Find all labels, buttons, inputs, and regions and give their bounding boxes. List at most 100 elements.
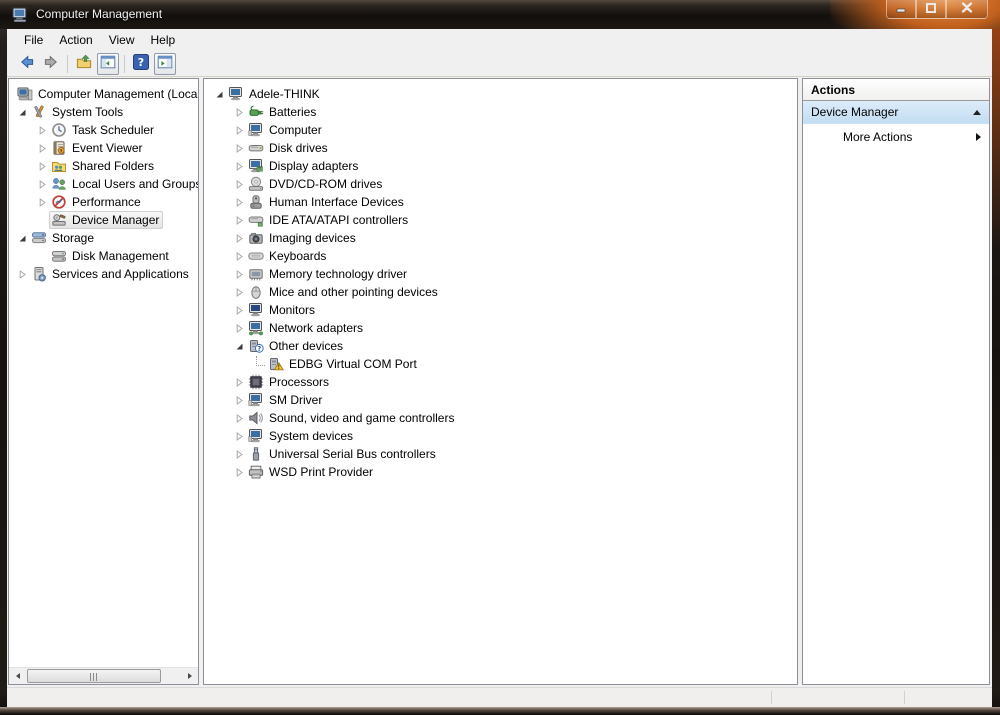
expander-collapsed-icon[interactable] bbox=[232, 468, 246, 477]
tree-item[interactable]: Keyboards bbox=[204, 247, 797, 265]
unknown-device-warning-icon: ! bbox=[268, 356, 284, 372]
expander-collapsed-icon[interactable] bbox=[35, 126, 49, 135]
tree-item[interactable]: WSD Print Provider bbox=[204, 463, 797, 481]
tree-item[interactable]: Disk Management bbox=[9, 247, 198, 265]
expander-collapsed-icon[interactable] bbox=[232, 396, 246, 405]
expander-collapsed-icon[interactable] bbox=[35, 144, 49, 153]
expander-collapsed-icon[interactable] bbox=[232, 198, 246, 207]
tree-item[interactable]: Human Interface Devices bbox=[204, 193, 797, 211]
expander-collapsed-icon[interactable] bbox=[232, 108, 246, 117]
imaging-device-icon bbox=[248, 230, 264, 246]
more-actions-item[interactable]: More Actions bbox=[803, 124, 989, 150]
tree-item[interactable]: Universal Serial Bus controllers bbox=[204, 445, 797, 463]
tree-item[interactable]: Imaging devices bbox=[204, 229, 797, 247]
minimize-button[interactable] bbox=[886, 0, 916, 19]
expander-expanded-icon[interactable] bbox=[232, 342, 246, 351]
expander-collapsed-icon[interactable] bbox=[35, 162, 49, 171]
expander-expanded-icon[interactable] bbox=[212, 90, 226, 99]
help-button[interactable]: ? bbox=[130, 53, 152, 75]
back-button[interactable] bbox=[16, 53, 38, 75]
expander-collapsed-icon[interactable] bbox=[232, 432, 246, 441]
tree-item-label: Batteries bbox=[269, 104, 316, 120]
tree-item[interactable]: Processors bbox=[204, 373, 797, 391]
tree-item[interactable]: Event Viewer bbox=[9, 139, 198, 157]
expander-collapsed-icon[interactable] bbox=[232, 144, 246, 153]
expander-collapsed-icon[interactable] bbox=[232, 270, 246, 279]
tree-item[interactable]: Storage bbox=[9, 229, 198, 247]
actions-group-label: Device Manager bbox=[811, 105, 898, 119]
tree-item[interactable]: Shared Folders bbox=[9, 157, 198, 175]
close-button[interactable] bbox=[946, 0, 988, 19]
menu-view[interactable]: View bbox=[101, 30, 143, 50]
tree-item[interactable]: Batteries bbox=[204, 103, 797, 121]
tree-item[interactable]: Services and Applications bbox=[9, 265, 198, 283]
frame-glow bbox=[992, 29, 1000, 249]
tree-item[interactable]: Computer Management (Local bbox=[9, 85, 198, 103]
menu-action[interactable]: Action bbox=[51, 30, 100, 50]
local-users-groups-icon bbox=[51, 176, 67, 192]
tree-item[interactable]: ?Other devices bbox=[204, 337, 797, 355]
tree-item-label: Disk Management bbox=[72, 248, 169, 264]
expander-collapsed-icon[interactable] bbox=[232, 378, 246, 387]
forward-button[interactable] bbox=[40, 53, 62, 75]
tree-item[interactable]: Disk drives bbox=[204, 139, 797, 157]
tree-item[interactable]: System Tools bbox=[9, 103, 198, 121]
tree-item[interactable]: Display adapters bbox=[204, 157, 797, 175]
expander-collapsed-icon[interactable] bbox=[35, 180, 49, 189]
expander-collapsed-icon[interactable] bbox=[232, 126, 246, 135]
expander-expanded-icon[interactable] bbox=[15, 108, 29, 117]
svg-text:?: ? bbox=[138, 56, 144, 69]
actions-group-device-manager[interactable]: Device Manager bbox=[803, 101, 989, 124]
expander-collapsed-icon[interactable] bbox=[232, 450, 246, 459]
tree-item[interactable]: Network adapters bbox=[204, 319, 797, 337]
tree-item[interactable]: IDE ATA/ATAPI controllers bbox=[204, 211, 797, 229]
tree-item-label: Storage bbox=[52, 230, 94, 246]
tree-item[interactable]: Monitors bbox=[204, 301, 797, 319]
tree-item[interactable]: DVD/CD-ROM drives bbox=[204, 175, 797, 193]
tree-item-label: Processors bbox=[269, 374, 329, 390]
expander-collapsed-icon[interactable] bbox=[232, 306, 246, 315]
expander-collapsed-icon[interactable] bbox=[232, 234, 246, 243]
expander-collapsed-icon[interactable] bbox=[35, 198, 49, 207]
scrollbar-thumb[interactable] bbox=[27, 669, 161, 683]
tree-item[interactable]: SM Driver bbox=[204, 391, 797, 409]
expander-expanded-icon[interactable] bbox=[15, 234, 29, 243]
scroll-right-button[interactable] bbox=[181, 668, 198, 684]
titlebar[interactable]: Computer Management bbox=[0, 0, 1000, 29]
tree-item[interactable]: Mice and other pointing devices bbox=[204, 283, 797, 301]
tree-item-label: Memory technology driver bbox=[269, 266, 407, 282]
mouse-icon bbox=[248, 284, 264, 300]
tree-item[interactable]: Performance bbox=[9, 193, 198, 211]
expander-collapsed-icon[interactable] bbox=[232, 252, 246, 261]
tree-item[interactable]: !EDBG Virtual COM Port bbox=[204, 355, 797, 373]
tree-item[interactable]: System devices bbox=[204, 427, 797, 445]
expander-collapsed-icon[interactable] bbox=[232, 414, 246, 423]
scroll-left-button[interactable] bbox=[9, 668, 26, 684]
tree-item-label: Event Viewer bbox=[72, 140, 142, 156]
tree-item[interactable]: Task Scheduler bbox=[9, 121, 198, 139]
expander-collapsed-icon[interactable] bbox=[232, 180, 246, 189]
tree-item[interactable]: Memory technology driver bbox=[204, 265, 797, 283]
collapse-group-icon[interactable] bbox=[973, 110, 981, 115]
menu-file[interactable]: File bbox=[16, 30, 51, 50]
horizontal-scrollbar[interactable] bbox=[9, 667, 198, 684]
menu-help[interactable]: Help bbox=[143, 30, 184, 50]
maximize-button[interactable] bbox=[916, 0, 946, 19]
show-console-tree-button[interactable] bbox=[97, 53, 119, 75]
expander-collapsed-icon[interactable] bbox=[15, 270, 29, 279]
tree-item[interactable]: Computer bbox=[204, 121, 797, 139]
show-action-pane-button[interactable] bbox=[154, 53, 176, 75]
export-list-button[interactable] bbox=[73, 53, 95, 75]
expander-collapsed-icon[interactable] bbox=[232, 288, 246, 297]
client-area: FileActionViewHelp ? Computer Management… bbox=[7, 29, 992, 707]
expander-collapsed-icon[interactable] bbox=[232, 324, 246, 333]
tree-item[interactable]: Adele-THINK bbox=[204, 85, 797, 103]
tree-item-label: Sound, video and game controllers bbox=[269, 410, 454, 426]
expander-collapsed-icon[interactable] bbox=[232, 162, 246, 171]
expander-collapsed-icon[interactable] bbox=[232, 216, 246, 225]
tree-item[interactable]: Sound, video and game controllers bbox=[204, 409, 797, 427]
tree-item[interactable]: Device Manager bbox=[9, 211, 198, 229]
tree-item-label: Shared Folders bbox=[72, 158, 154, 174]
tree-item[interactable]: Local Users and Groups bbox=[9, 175, 198, 193]
printer-icon bbox=[248, 464, 264, 480]
